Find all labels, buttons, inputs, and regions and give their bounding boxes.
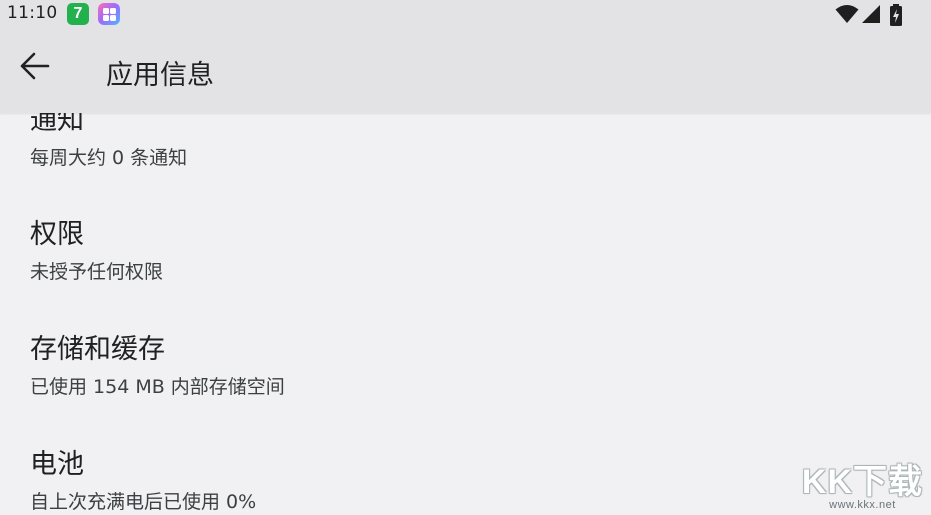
list-item-subtitle: 未授予任何权限 bbox=[30, 261, 164, 283]
status-bar: 11:10 7 bbox=[0, 0, 931, 30]
back-arrow-icon bbox=[20, 52, 50, 80]
list-item-title: 电池 bbox=[30, 449, 84, 480]
list-item-subtitle: 自上次充满电后已使用 0% bbox=[30, 491, 257, 513]
watermark: KK下载 www.kkx.net bbox=[802, 454, 923, 511]
watermark-logo: KK下载 bbox=[801, 463, 923, 501]
status-time: 11:10 bbox=[7, 3, 58, 23]
wifi-icon bbox=[835, 5, 859, 23]
list-item-permissions[interactable]: 权限 未授予任何权限 bbox=[30, 212, 163, 284]
battery-charging-icon bbox=[890, 4, 902, 26]
list-item-title: 存储和缓存 bbox=[30, 334, 165, 365]
cell-signal-icon bbox=[862, 5, 880, 23]
list-item-battery[interactable]: 电池 自上次充满电后已使用 0% bbox=[30, 442, 256, 514]
back-button[interactable] bbox=[18, 50, 54, 82]
app-notification-icon: 7 bbox=[67, 3, 89, 25]
app-bar: 应用信息 bbox=[0, 30, 931, 113]
list-item-title: 权限 bbox=[30, 219, 84, 250]
list-item-subtitle: 每周大约 0 条通知 bbox=[30, 147, 188, 169]
list-item-subtitle: 已使用 154 MB 内部存储空间 bbox=[30, 376, 285, 398]
page-title: 应用信息 bbox=[106, 60, 214, 91]
list-item-storage[interactable]: 存储和缓存 已使用 154 MB 内部存储空间 bbox=[30, 327, 285, 399]
app-launcher-notification-icon bbox=[98, 3, 120, 25]
